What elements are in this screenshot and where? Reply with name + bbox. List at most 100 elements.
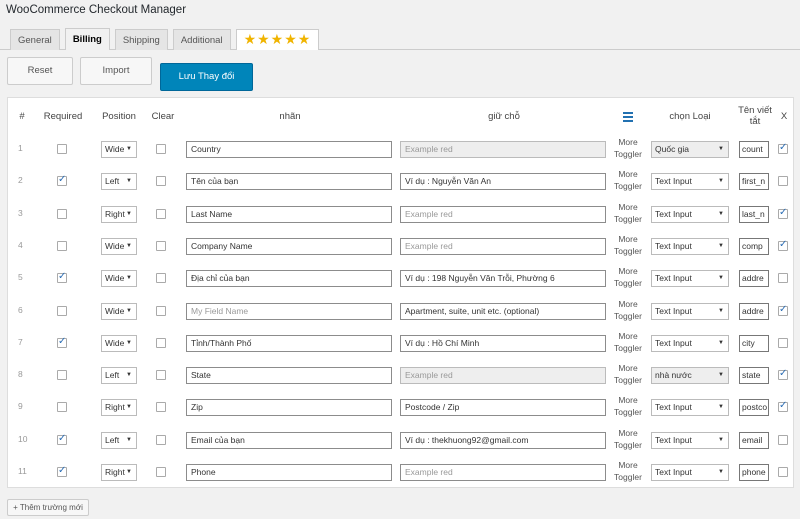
x-checkbox[interactable] [778, 239, 788, 251]
more-toggler-link[interactable]: More Toggler [611, 168, 645, 192]
abbreviation-input[interactable]: last_n [739, 206, 769, 223]
position-select[interactable]: Wide ▼ [101, 270, 137, 287]
field-type-select[interactable]: Text Input ▼ [651, 399, 729, 416]
tab-shipping[interactable]: Shipping [114, 29, 168, 50]
menu-bars-icon[interactable] [623, 112, 633, 124]
abbreviation-input[interactable]: addre [739, 270, 769, 287]
label-input[interactable]: Country [186, 141, 392, 158]
x-checkbox[interactable] [778, 400, 788, 412]
placeholder-input[interactable]: Example red [400, 464, 606, 481]
field-type-select[interactable]: Text Input ▼ [651, 464, 729, 481]
placeholder-input[interactable]: Postcode / Zip [400, 399, 606, 416]
x-checkbox[interactable] [778, 435, 788, 445]
placeholder-input[interactable]: Ví dụ : Hồ Chí Minh [400, 335, 606, 352]
field-type-select[interactable]: Text Input ▼ [651, 270, 729, 287]
abbreviation-input[interactable]: city [739, 335, 769, 352]
label-input[interactable]: State [186, 367, 392, 384]
x-checkbox[interactable] [778, 368, 788, 380]
placeholder-input[interactable]: Ví dụ : thekhuong92@gmail.com [400, 432, 606, 449]
label-input[interactable]: Company Name [186, 238, 392, 255]
position-select[interactable]: Wide ▼ [101, 238, 137, 255]
label-input[interactable]: Phone [186, 464, 392, 481]
clear-checkbox[interactable] [156, 370, 166, 380]
x-checkbox[interactable] [778, 467, 788, 477]
abbreviation-input[interactable]: state [739, 367, 769, 384]
more-toggler-link[interactable]: More Toggler [611, 427, 645, 451]
label-input[interactable]: Zip [186, 399, 392, 416]
placeholder-input[interactable]: Example red [400, 206, 606, 223]
x-checkbox[interactable] [778, 176, 788, 186]
more-toggler-link[interactable]: More Toggler [611, 459, 645, 483]
save-changes-button[interactable]: Lưu Thay đổi [160, 63, 253, 91]
placeholder-input[interactable]: Example red [400, 141, 606, 158]
label-input[interactable]: Tỉnh/Thành Phố [186, 335, 392, 352]
more-toggler-link[interactable]: More Toggler [611, 136, 645, 160]
abbreviation-input[interactable]: email [739, 432, 769, 449]
abbreviation-input[interactable]: comp [739, 238, 769, 255]
placeholder-input[interactable]: Apartment, suite, unit etc. (optional) [400, 303, 606, 320]
position-select[interactable]: Left ▼ [101, 367, 137, 384]
position-select[interactable]: Left ▼ [101, 432, 137, 449]
more-toggler-link[interactable]: More Toggler [611, 233, 645, 257]
more-toggler-link[interactable]: More Toggler [611, 265, 645, 289]
import-button[interactable]: Import [80, 57, 152, 85]
clear-checkbox[interactable] [156, 402, 166, 412]
more-toggler-link[interactable]: More Toggler [611, 298, 645, 322]
more-toggler-link[interactable]: More Toggler [611, 330, 645, 354]
required-checkbox[interactable] [57, 271, 67, 283]
placeholder-input[interactable]: Example red [400, 367, 606, 384]
placeholder-input[interactable]: Ví dụ : Nguyễn Văn An [400, 173, 606, 190]
abbreviation-input[interactable]: postco [739, 399, 769, 416]
required-checkbox[interactable] [57, 144, 67, 154]
label-input[interactable]: Email của bạn [186, 432, 392, 449]
field-type-select[interactable]: Text Input ▼ [651, 303, 729, 320]
clear-checkbox[interactable] [156, 467, 166, 477]
more-toggler-link[interactable]: More Toggler [611, 201, 645, 225]
field-type-select[interactable]: Text Input ▼ [651, 432, 729, 449]
clear-checkbox[interactable] [156, 144, 166, 154]
rating-stars-tab[interactable]: ★★★★★ [235, 29, 320, 50]
add-field-button[interactable]: + Thêm trường mới [7, 499, 89, 516]
label-input[interactable]: My Field Name [186, 303, 392, 320]
required-checkbox[interactable] [57, 209, 67, 219]
x-checkbox[interactable] [778, 142, 788, 154]
placeholder-input[interactable]: Ví dụ : 198 Nguyễn Văn Trỗi, Phường 6 [400, 270, 606, 287]
position-select[interactable]: Right ▼ [101, 206, 137, 223]
x-checkbox[interactable] [778, 338, 788, 348]
clear-checkbox[interactable] [156, 241, 166, 251]
label-input[interactable]: Địa chỉ của bạn [186, 270, 392, 287]
clear-checkbox[interactable] [156, 338, 166, 348]
required-checkbox[interactable] [57, 402, 67, 412]
position-select[interactable]: Wide ▼ [101, 141, 137, 158]
x-checkbox[interactable] [778, 273, 788, 283]
field-type-select[interactable]: Text Input ▼ [651, 173, 729, 190]
clear-checkbox[interactable] [156, 209, 166, 219]
field-type-select[interactable]: Text Input ▼ [651, 238, 729, 255]
tab-general[interactable]: General [10, 29, 60, 50]
required-checkbox[interactable] [57, 465, 67, 477]
abbreviation-input[interactable]: addre [739, 303, 769, 320]
tab-billing[interactable]: Billing [64, 28, 110, 50]
clear-checkbox[interactable] [156, 435, 166, 445]
tab-additional[interactable]: Additional [172, 29, 231, 50]
field-type-select[interactable]: nhà nước ▼ [651, 367, 729, 384]
clear-checkbox[interactable] [156, 176, 166, 186]
field-type-select[interactable]: Quốc gia ▼ [651, 141, 729, 158]
abbreviation-input[interactable]: count [739, 141, 769, 158]
clear-checkbox[interactable] [156, 306, 166, 316]
position-select[interactable]: Left ▼ [101, 173, 137, 190]
abbreviation-input[interactable]: first_n [739, 173, 769, 190]
reset-button[interactable]: Reset [7, 57, 73, 85]
position-select[interactable]: Wide ▼ [101, 303, 137, 320]
x-checkbox[interactable] [778, 304, 788, 316]
abbreviation-input[interactable]: phone [739, 464, 769, 481]
label-input[interactable]: Last Name [186, 206, 392, 223]
field-type-select[interactable]: Text Input ▼ [651, 206, 729, 223]
position-select[interactable]: Right ▼ [101, 464, 137, 481]
position-select[interactable]: Wide ▼ [101, 335, 137, 352]
x-checkbox[interactable] [778, 207, 788, 219]
required-checkbox[interactable] [57, 306, 67, 316]
required-checkbox[interactable] [57, 370, 67, 380]
required-checkbox[interactable] [57, 174, 67, 186]
label-input[interactable]: Tên của bạn [186, 173, 392, 190]
